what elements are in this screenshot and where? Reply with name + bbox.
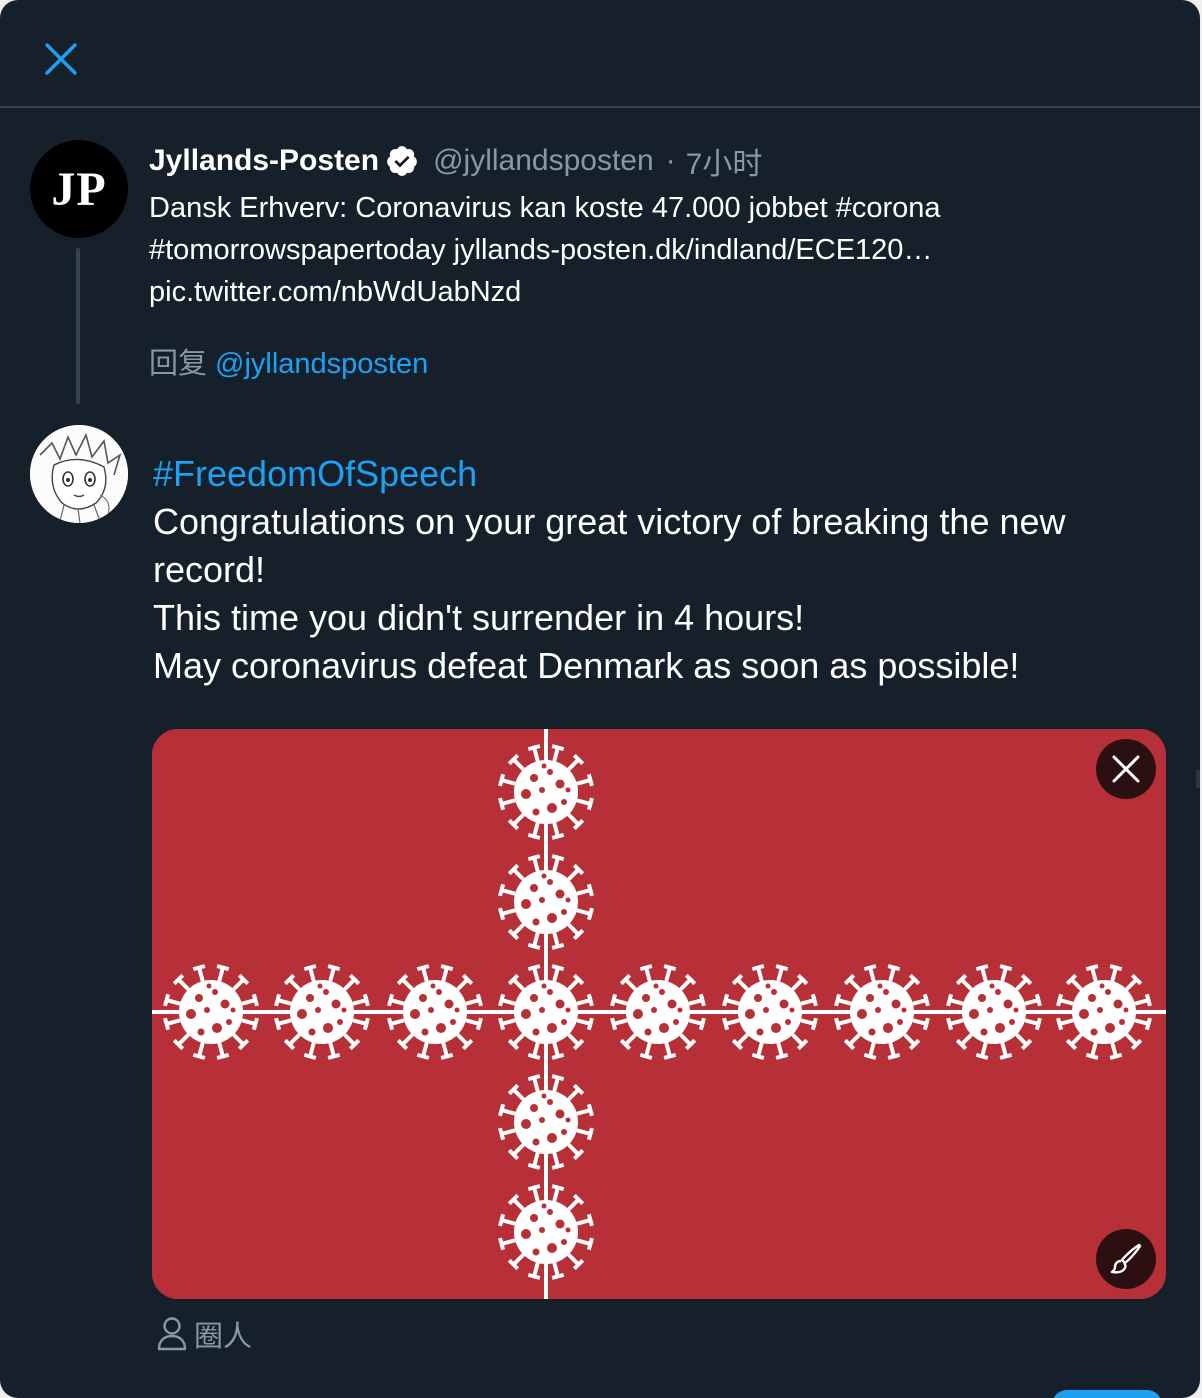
virus-flag-image	[152, 729, 1166, 1299]
replying-to-label: 回复	[149, 348, 208, 380]
user-avatar[interactable]	[30, 425, 128, 523]
compose-line: This time you didn't surrender in 4 hour…	[153, 597, 805, 638]
edit-media-button[interactable]	[1096, 1229, 1156, 1289]
tag-people-button[interactable]: 圈人	[156, 1312, 252, 1356]
verified-badge-icon	[387, 146, 417, 176]
person-icon	[157, 1317, 187, 1351]
header-separator: ·	[665, 144, 676, 177]
avatar-logo-text: JP	[51, 162, 107, 216]
replying-to-handle[interactable]: @jyllandsposten	[215, 348, 428, 380]
compose-line: May coronavirus defeat Denmark as soon a…	[153, 645, 1020, 686]
paintbrush-icon	[1110, 1243, 1142, 1274]
compose-line: Congratulations on your great victory of…	[153, 501, 1066, 542]
original-tweet-avatar[interactable]: JP	[30, 140, 128, 238]
original-tweet-text: Dansk Erhverv: Coronavirus kan koste 47.…	[149, 187, 1159, 313]
close-icon	[1112, 755, 1140, 783]
reply-submit-button[interactable]	[1052, 1390, 1162, 1398]
avatar-image	[30, 425, 128, 523]
attached-image[interactable]	[152, 729, 1166, 1299]
original-tweet-handle[interactable]: @jyllandsposten	[433, 144, 654, 178]
original-tweet-line: pic.twitter.com/nbWdUabNzd	[149, 276, 522, 308]
replying-to: 回复 @jyllandsposten	[149, 342, 428, 386]
close-button[interactable]	[38, 36, 84, 82]
remove-media-button[interactable]	[1096, 739, 1156, 799]
compose-hashtag[interactable]: #FreedomOfSpeech	[153, 450, 1163, 498]
thread-connector-line	[76, 248, 80, 404]
close-icon	[45, 43, 77, 75]
original-tweet-display-name[interactable]: Jyllands-Posten	[149, 144, 379, 178]
scrollbar-thumb[interactable]	[1196, 770, 1200, 788]
tag-people-label: 圈人	[194, 1321, 253, 1353]
original-tweet-time[interactable]: 7小时	[686, 139, 763, 183]
compose-line: record!	[153, 549, 266, 590]
original-tweet-line: #tomorrowspapertoday jyllands-posten.dk/…	[149, 234, 933, 266]
original-tweet-header: Jyllands-Posten @jyllandsposten · 7小时	[149, 140, 762, 182]
modal-header	[0, 0, 1200, 108]
original-tweet-line: Dansk Erhverv: Coronavirus kan koste 47.…	[149, 192, 941, 224]
reply-modal: JP Jyllands-Posten @jyllandsposten · 7小时…	[0, 0, 1200, 1398]
compose-textarea[interactable]: #FreedomOfSpeech Congratulations on your…	[153, 450, 1163, 690]
